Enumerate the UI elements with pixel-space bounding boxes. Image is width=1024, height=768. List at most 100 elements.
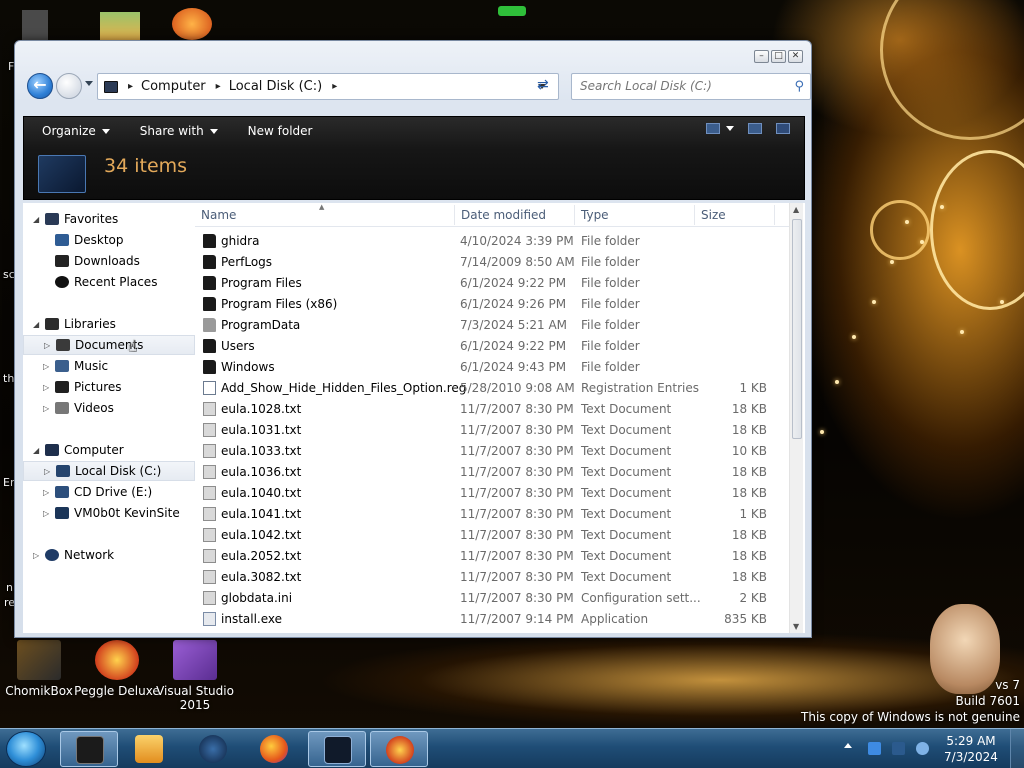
file-list: ▲ Name Date modified Type Size ghidra 4/1… (195, 203, 805, 633)
share-with-button[interactable]: Share with (140, 124, 218, 138)
column-name[interactable]: Name (201, 208, 236, 222)
show-hidden-icons-icon[interactable] (844, 743, 852, 748)
column-size[interactable]: Size (701, 208, 726, 222)
table-row[interactable]: eula.1028.txt 11/7/2007 8:30 PM Text Docum… (195, 399, 789, 420)
system-clock[interactable]: 5:29 AM 7/3/2024 (938, 733, 1004, 765)
table-row[interactable]: Program Files (x86) 6/1/2024 9:26 PM File … (195, 294, 789, 315)
address-bar[interactable]: ▸ Computer ▸ Local Disk (C:) ▸ (97, 73, 559, 100)
tree-item-desktop[interactable]: Desktop (23, 230, 195, 250)
organize-button[interactable]: Organize (42, 124, 110, 138)
change-view-icon[interactable] (706, 123, 720, 134)
file-size: 835 KB (724, 612, 767, 626)
refresh-icon[interactable]: ⇄ (537, 77, 549, 93)
column-type[interactable]: Type (581, 208, 609, 222)
search-box[interactable]: ⚲ (571, 73, 811, 100)
table-row[interactable]: ghidra 4/10/2024 3:39 PM File folder (195, 231, 789, 252)
expand-arrow-icon[interactable]: ▷ (43, 509, 49, 518)
tree-item-local-disk[interactable]: ▷ Local Disk (C:) (23, 461, 195, 481)
table-row[interactable]: PerfLogs 7/14/2009 8:50 AM File folder (195, 252, 789, 273)
table-row[interactable]: Windows 6/1/2024 9:43 PM File folder (195, 357, 789, 378)
expand-arrow-icon[interactable]: ▷ (33, 551, 39, 560)
taskbar-app-firefox[interactable] (245, 731, 303, 767)
taskbar-app-media-player[interactable] (120, 731, 178, 767)
table-row[interactable]: ProgramData 7/3/2024 5:21 AM File folder (195, 315, 789, 336)
breadcrumb-computer[interactable]: Computer (141, 79, 206, 94)
column-divider[interactable] (454, 205, 455, 225)
new-folder-button[interactable]: New folder (248, 124, 313, 138)
tree-item-pictures[interactable]: ▷ Pictures (23, 377, 195, 397)
show-desktop-button[interactable] (1010, 729, 1024, 768)
table-row[interactable]: eula.3082.txt 11/7/2007 8:30 PM Text Docum… (195, 567, 789, 588)
column-divider[interactable] (774, 205, 775, 225)
recent-pages-dropdown[interactable] (85, 81, 93, 86)
chevron-down-icon[interactable] (726, 126, 734, 131)
preview-pane-icon[interactable] (748, 123, 762, 134)
tree-item-documents[interactable]: ▷ Documents (23, 335, 195, 355)
tree-libraries[interactable]: ◢ Libraries (23, 314, 195, 334)
tree-item-network-share[interactable]: ▷ VM0b0t KevinSite (23, 503, 195, 523)
table-row[interactable]: eula.2052.txt 11/7/2007 8:30 PM Text Docum… (195, 546, 789, 567)
tree-network[interactable]: ▷ Network (23, 545, 195, 565)
taskbar-app-peggle[interactable] (370, 731, 428, 767)
desktop-icon-peggle[interactable]: Peggle Deluxe (72, 640, 162, 698)
chevron-down-icon (101, 128, 110, 134)
taskbar-app-window[interactable] (308, 731, 366, 767)
table-row[interactable]: eula.1041.txt 11/7/2007 8:30 PM Text Docum… (195, 504, 789, 525)
expand-arrow-icon[interactable]: ▷ (44, 341, 50, 350)
expand-arrow-icon[interactable]: ▷ (43, 362, 49, 371)
table-row[interactable]: eula.1033.txt 11/7/2007 8:30 PM Text Docum… (195, 441, 789, 462)
tray-app-icon[interactable] (868, 742, 881, 755)
table-row[interactable]: eula.1042.txt 11/7/2007 8:30 PM Text Docum… (195, 525, 789, 546)
scroll-up-icon[interactable]: ▲ (793, 205, 799, 214)
column-date-modified[interactable]: Date modified (461, 208, 546, 222)
breadcrumb-separator[interactable]: ▸ (128, 81, 133, 92)
close-button[interactable]: ✕ (788, 50, 803, 63)
table-row[interactable]: eula.1031.txt 11/7/2007 8:30 PM Text Docum… (195, 420, 789, 441)
firefox-icon (260, 735, 288, 763)
vertical-scrollbar[interactable]: ▲ ▼ (789, 203, 803, 633)
breadcrumb-separator[interactable]: ▸ (332, 81, 337, 92)
column-divider[interactable] (574, 205, 575, 225)
breadcrumb-local-disk[interactable]: Local Disk (C:) (229, 79, 322, 94)
file-name: eula.1042.txt (221, 528, 302, 542)
search-input[interactable] (580, 74, 780, 98)
tree-item-videos[interactable]: ▷ Videos (23, 398, 195, 418)
tray-volume-icon[interactable] (916, 742, 929, 755)
expand-arrow-icon[interactable]: ▷ (43, 383, 49, 392)
collapse-arrow-icon[interactable]: ◢ (33, 320, 39, 329)
minimize-button[interactable]: – (754, 50, 769, 63)
table-row[interactable]: globdata.ini 11/7/2007 8:30 PM Configurati… (195, 588, 789, 609)
help-icon[interactable] (776, 123, 790, 134)
tree-item-recent-places[interactable]: Recent Places (23, 272, 195, 292)
table-row[interactable]: Users 6/1/2024 9:22 PM File folder (195, 336, 789, 357)
table-row[interactable]: Program Files 6/1/2024 9:22 PM File folder (195, 273, 789, 294)
scroll-thumb[interactable] (792, 219, 802, 439)
file-name: globdata.ini (221, 591, 293, 605)
table-row[interactable]: Add_Show_Hide_Hidden_Files_Option.reg 5/2… (195, 378, 789, 399)
search-icon[interactable]: ⚲ (794, 79, 804, 94)
tree-favorites[interactable]: ◢ Favorites (23, 209, 195, 229)
taskbar-app-browser[interactable] (184, 731, 242, 767)
column-divider[interactable] (694, 205, 695, 225)
taskbar-app-explorer[interactable] (60, 731, 118, 767)
desktop-icon-visual-studio[interactable]: Visual Studio 2015 (150, 640, 240, 712)
table-row[interactable]: eula.1036.txt 11/7/2007 8:30 PM Text Docum… (195, 462, 789, 483)
expand-arrow-icon[interactable]: ▷ (43, 404, 49, 413)
collapse-arrow-icon[interactable]: ◢ (33, 215, 39, 224)
expand-arrow-icon[interactable]: ▷ (43, 488, 49, 497)
tree-item-cd-drive[interactable]: ▷ CD Drive (E:) (23, 482, 195, 502)
tree-computer[interactable]: ◢ Computer (23, 440, 195, 460)
start-button[interactable] (6, 731, 46, 767)
breadcrumb-separator[interactable]: ▸ (216, 81, 221, 92)
back-button[interactable]: ← (27, 73, 53, 99)
collapse-arrow-icon[interactable]: ◢ (33, 446, 39, 455)
tree-item-downloads[interactable]: Downloads (23, 251, 195, 271)
table-row[interactable]: eula.1040.txt 11/7/2007 8:30 PM Text Docum… (195, 483, 789, 504)
tree-item-music[interactable]: ▷ Music (23, 356, 195, 376)
table-row[interactable]: install.exe 11/7/2007 9:14 PM Application 8… (195, 609, 789, 630)
maximize-button[interactable]: □ (771, 50, 786, 63)
expand-arrow-icon[interactable]: ▷ (44, 467, 50, 476)
scroll-down-icon[interactable]: ▼ (793, 622, 799, 631)
forward-button[interactable] (56, 73, 82, 99)
tray-network-icon[interactable] (892, 742, 905, 755)
